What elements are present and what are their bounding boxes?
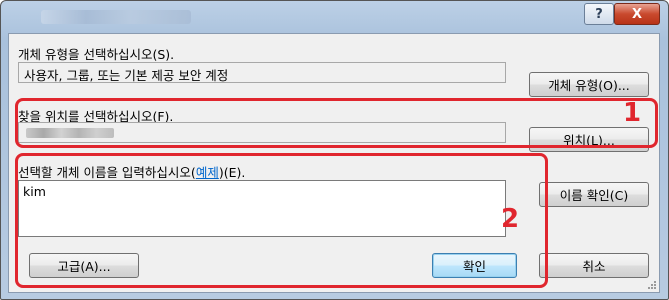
resize-grip-icon[interactable]	[646, 279, 656, 289]
object-type-field: 사용자, 그룹, 또는 기본 제공 보안 계정	[18, 62, 506, 83]
annotation-box-2	[15, 153, 548, 288]
title-bar[interactable]: ? X	[1, 1, 668, 35]
annotation-marker-2: 2	[501, 204, 520, 234]
object-type-label: 개체 유형을 선택하십시오(S).	[18, 47, 175, 62]
close-button[interactable]: X	[614, 3, 660, 25]
object-types-button[interactable]: 개체 유형(O)...	[529, 72, 649, 97]
dialog-window: ? X 개체 유형을 선택하십시오(S). 사용자, 그룹, 또는 기본 제공 …	[0, 0, 669, 300]
window-title-blurred	[41, 10, 191, 24]
annotation-box-1	[15, 98, 658, 148]
help-button[interactable]: ?	[584, 3, 614, 25]
annotation-marker-1: 1	[623, 98, 642, 128]
cancel-button[interactable]: 취소	[539, 253, 649, 278]
check-names-button[interactable]: 이름 확인(C)	[539, 182, 649, 207]
